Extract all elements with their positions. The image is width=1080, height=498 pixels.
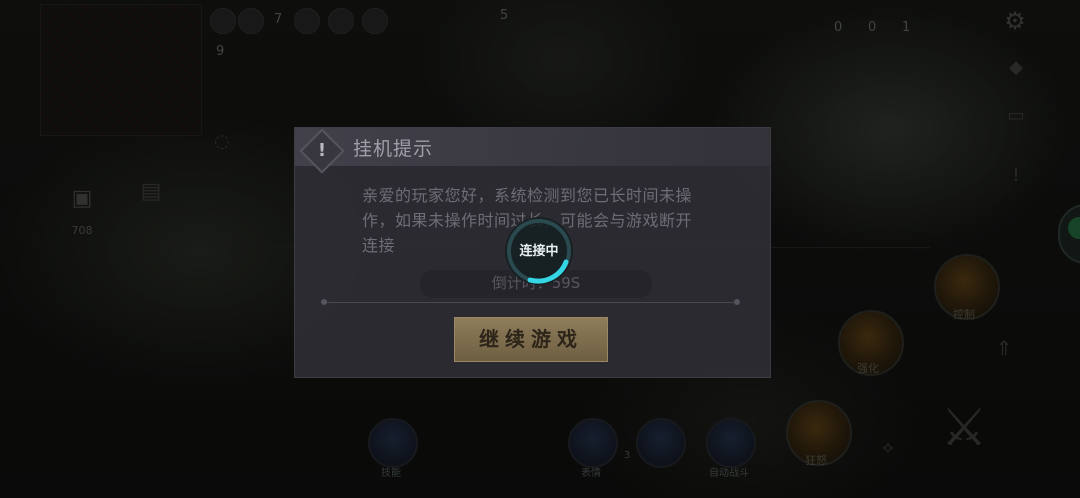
continue-game-button[interactable]: 继续游戏 — [454, 317, 608, 362]
connecting-label: 连接中 — [519, 244, 559, 259]
progress-line — [324, 302, 739, 303]
warning-icon: ! — [317, 140, 327, 161]
progress-start-dot — [321, 299, 327, 305]
progress-end-dot — [734, 299, 740, 305]
dialog-title: 挂机提示 — [353, 138, 434, 160]
